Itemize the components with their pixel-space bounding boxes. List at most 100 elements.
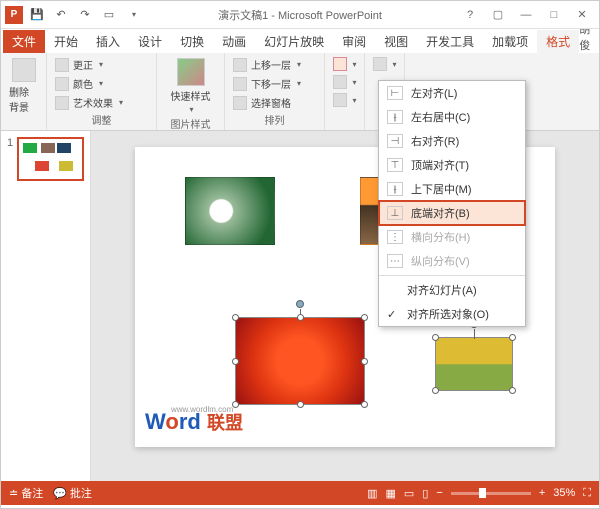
bring-forward-icon (233, 58, 247, 72)
tab-home[interactable]: 开始 (45, 30, 87, 53)
distribute-v-item[interactable]: ⋯纵向分布(V) (379, 249, 525, 273)
color-button[interactable]: 颜色 (53, 75, 125, 92)
align-middle-v-item[interactable]: ⫲上下居中(M) (379, 177, 525, 201)
resize-handle[interactable] (509, 334, 516, 341)
undo-icon[interactable]: ↶ (51, 5, 71, 25)
zoom-in-icon[interactable]: + (539, 487, 545, 499)
tab-format[interactable]: 格式 (537, 30, 579, 53)
tab-transitions[interactable]: 切换 (171, 30, 213, 53)
group-icon (333, 75, 347, 89)
align-middle-v-icon: ⫲ (387, 182, 403, 196)
fit-window-icon[interactable]: ⛶ (583, 487, 591, 500)
resize-handle[interactable] (297, 401, 304, 408)
watermark: www.wordlm.com Word 联盟 (145, 409, 243, 435)
zoom-level[interactable]: 35% (553, 487, 575, 499)
statusbar: ≐ 备注 💬 批注 ▥ ▦ ▭ ▯ − + 35% ⛶ (1, 481, 599, 505)
save-icon[interactable]: 💾 (27, 5, 47, 25)
thumb-number: 1 (7, 137, 13, 181)
tab-view[interactable]: 视图 (375, 30, 417, 53)
normal-view-icon[interactable]: ▥ (367, 487, 377, 500)
app-icon[interactable]: P (5, 6, 23, 24)
tab-review[interactable]: 审阅 (333, 30, 375, 53)
notes-button[interactable]: ≐ 备注 (9, 485, 43, 501)
quick-styles-icon (177, 58, 205, 86)
zoom-knob[interactable] (479, 488, 486, 498)
start-show-icon[interactable]: ▭ (99, 5, 119, 25)
color-icon (55, 77, 69, 91)
resize-handle[interactable] (297, 314, 304, 321)
picture-styles-label: 图片样式 (171, 116, 211, 131)
align-selected-item[interactable]: ✓对齐所选对象(O) (379, 302, 525, 326)
adjust-group-label: 调整 (92, 112, 112, 127)
rotate-button[interactable] (331, 92, 359, 108)
align-top-icon: ⊤ (387, 158, 403, 172)
corrections-button[interactable]: 更正 (53, 56, 125, 73)
send-backward-button[interactable]: 下移一层 (231, 75, 303, 92)
align-left-item[interactable]: ⊢左对齐(L) (379, 81, 525, 105)
slideshow-view-icon[interactable]: ▯ (422, 487, 428, 500)
resize-handle[interactable] (432, 334, 439, 341)
align-center-h-item[interactable]: ⫲左右居中(C) (379, 105, 525, 129)
tab-design[interactable]: 设计 (129, 30, 171, 53)
zoom-out-icon[interactable]: − (436, 487, 442, 499)
resize-handle[interactable] (509, 387, 516, 394)
check-icon: ✓ (387, 308, 399, 321)
remove-background-button[interactable]: 删除背景 (7, 56, 40, 116)
ribbon-options-icon[interactable]: ▢ (485, 5, 511, 25)
align-icon (333, 57, 347, 71)
sorter-view-icon[interactable]: ▦ (386, 487, 396, 500)
quick-styles-button[interactable]: 快速样式 (169, 56, 213, 116)
resize-handle[interactable] (432, 387, 439, 394)
resize-handle[interactable] (361, 358, 368, 365)
menu-separator (379, 275, 525, 276)
tab-insert[interactable]: 插入 (87, 30, 129, 53)
minimize-icon[interactable]: — (513, 5, 539, 25)
send-backward-icon (233, 77, 247, 91)
picture-flowers-white[interactable] (185, 177, 275, 245)
group-button[interactable] (331, 74, 359, 90)
crop-button[interactable] (371, 56, 399, 72)
resize-handle[interactable] (232, 358, 239, 365)
remove-bg-icon (12, 58, 36, 82)
slide-thumbnail[interactable] (17, 137, 84, 181)
resize-handle[interactable] (361, 314, 368, 321)
comments-button[interactable]: 💬 批注 (53, 485, 92, 501)
artistic-effects-button[interactable]: 艺术效果 (53, 94, 125, 111)
resize-handle[interactable] (361, 401, 368, 408)
tab-animations[interactable]: 动画 (213, 30, 255, 53)
picture-yellow-tulips[interactable] (435, 337, 513, 391)
thumbnail-panel: 1 (1, 131, 91, 481)
align-right-icon: ⊣ (387, 134, 403, 148)
close-icon[interactable]: ✕ (569, 5, 595, 25)
align-top-item[interactable]: ⊤顶端对齐(T) (379, 153, 525, 177)
selection-pane-icon (233, 96, 247, 110)
maximize-icon[interactable]: □ (541, 5, 567, 25)
align-right-item[interactable]: ⊣右对齐(R) (379, 129, 525, 153)
picture-orange-flower[interactable] (235, 317, 365, 405)
help-icon[interactable]: ? (457, 5, 483, 25)
titlebar: P 💾 ↶ ↷ ▭ 演示文稿1 - Microsoft PowerPoint ?… (1, 1, 599, 29)
align-bottom-item[interactable]: ⊥底端对齐(B) (379, 201, 525, 225)
distribute-v-icon: ⋯ (387, 254, 403, 268)
align-bottom-icon: ⊥ (387, 206, 403, 220)
qat-more-icon[interactable] (123, 5, 143, 25)
ribbon-tabs: 文件 开始 插入 设计 切换 动画 幻灯片放映 审阅 视图 开发工具 加载项 格… (1, 29, 599, 53)
zoom-slider[interactable] (451, 492, 531, 495)
align-left-icon: ⊢ (387, 86, 403, 100)
crop-icon (373, 57, 387, 71)
align-menu: ⊢左对齐(L) ⫲左右居中(C) ⊣右对齐(R) ⊤顶端对齐(T) ⫲上下居中(… (378, 80, 526, 327)
tab-file[interactable]: 文件 (3, 30, 45, 53)
align-center-h-icon: ⫲ (387, 110, 403, 124)
redo-icon[interactable]: ↷ (75, 5, 95, 25)
selection-pane-button[interactable]: 选择窗格 (231, 94, 303, 111)
tab-slideshow[interactable]: 幻灯片放映 (255, 30, 333, 53)
rotate-handle[interactable] (296, 300, 304, 308)
tab-developer[interactable]: 开发工具 (417, 30, 483, 53)
reading-view-icon[interactable]: ▭ (404, 487, 414, 500)
tab-addins[interactable]: 加载项 (483, 30, 537, 53)
distribute-h-item[interactable]: ⋮横向分布(H) (379, 225, 525, 249)
align-to-slide-item[interactable]: 对齐幻灯片(A) (379, 278, 525, 302)
resize-handle[interactable] (232, 314, 239, 321)
align-button[interactable] (331, 56, 359, 72)
bring-forward-button[interactable]: 上移一层 (231, 56, 303, 73)
